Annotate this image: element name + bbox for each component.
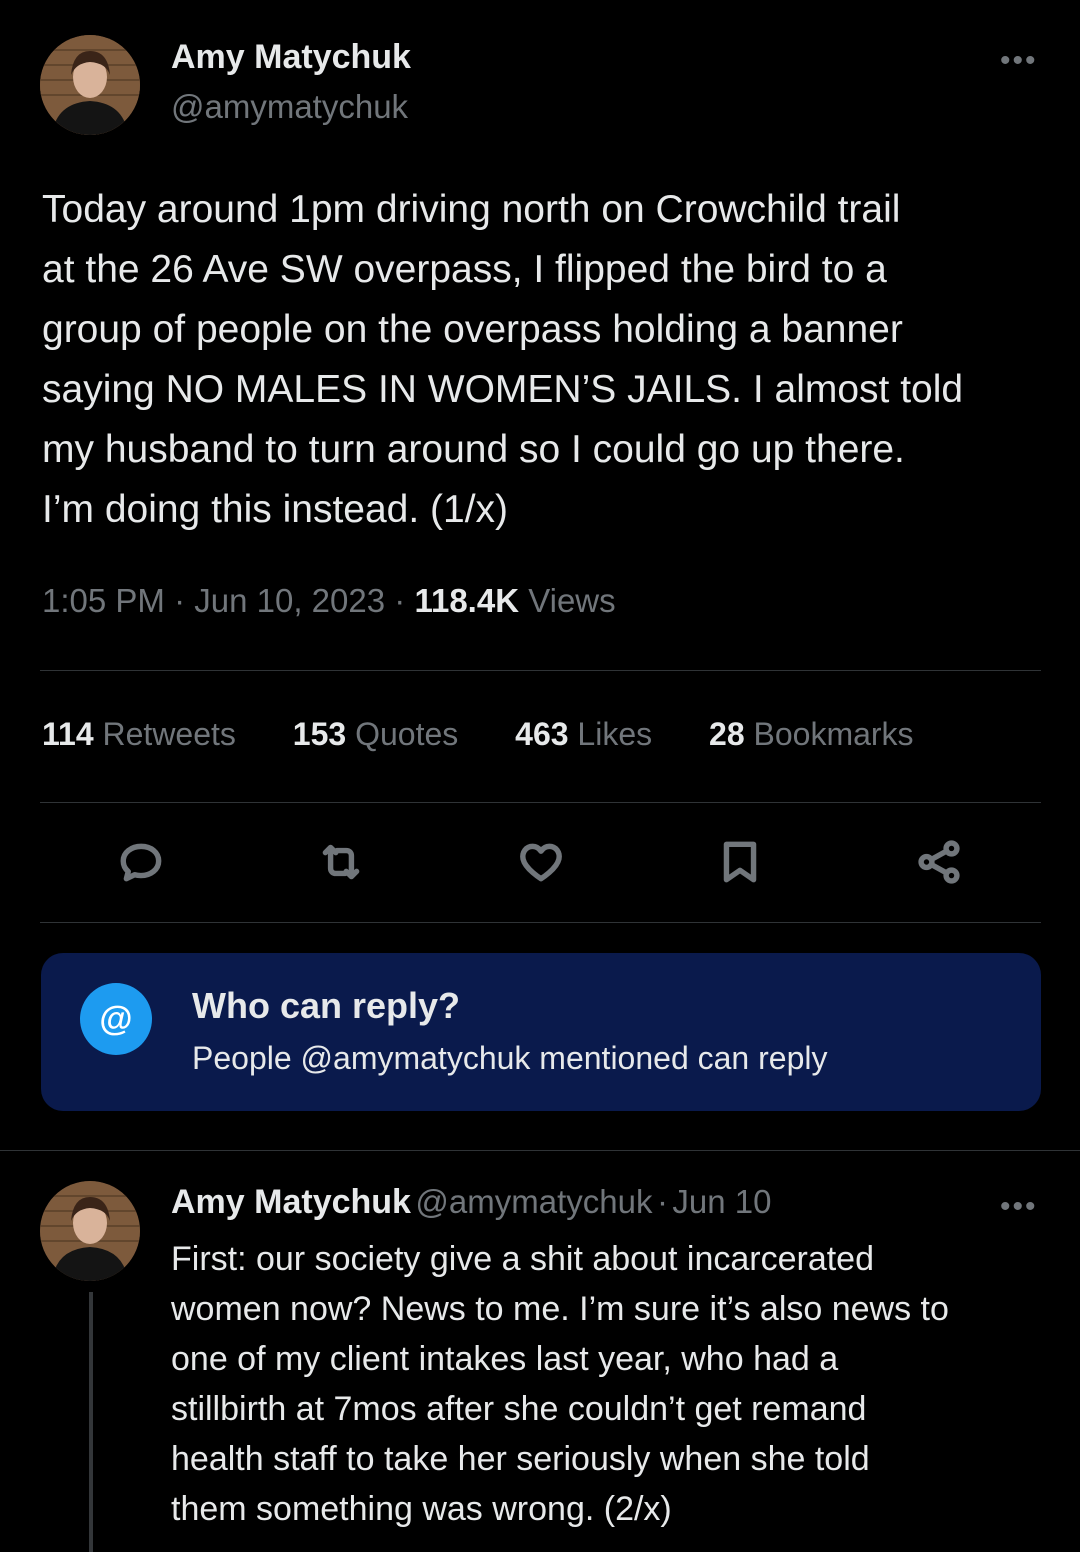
tweet-meta: 1:05 PM · Jun 10, 2023 · 118.4K Views [42,582,616,620]
reply-separator: · [656,1183,668,1220]
meta-separator: · [394,582,406,619]
reply-author-avatar[interactable] [40,1181,140,1281]
stat-bookmarks[interactable]: 28 Bookmarks [709,716,914,752]
divider [40,922,1041,923]
reply-restriction-box [41,953,1041,1111]
like-button[interactable] [511,832,571,892]
share-icon [918,840,960,884]
bookmark-button[interactable] [710,832,770,892]
avatar-photo [40,1181,140,1281]
tweet-date[interactable]: Jun 10, 2023 [194,582,385,619]
thread-line [89,1292,93,1552]
reply-author-handle[interactable]: @amymatychuk [415,1183,652,1220]
divider [40,802,1041,803]
stat-likes[interactable]: 463 Likes [515,716,652,752]
meta-separator: · [174,582,186,619]
mention-icon: @ [80,983,152,1055]
reply-restriction-title: Who can reply? [192,985,461,1026]
like-icon [520,843,562,882]
reply-more-options-icon[interactable]: ••• [1000,1190,1038,1224]
author-handle[interactable]: @amymatychuk [171,88,408,126]
reply-restriction-subtitle: People @amymatychuk mentioned can reply [192,1040,828,1076]
reply-button[interactable] [112,832,172,892]
reply-author-name[interactable]: Amy Matychuk [171,1183,411,1221]
reply-header: Amy Matychuk @amymatychuk · Jun 10 [171,1183,771,1222]
divider [40,670,1041,671]
reply-icon [120,843,162,882]
author-name[interactable]: Amy Matychuk [171,38,411,77]
more-options-icon[interactable]: ••• [1000,44,1038,78]
retweet-icon [322,844,360,880]
retweet-button[interactable] [311,832,371,892]
stat-quotes[interactable]: 153 Quotes [293,716,458,752]
tweet-time[interactable]: 1:05 PM [42,582,165,619]
stat-retweets[interactable]: 114 Retweets [42,716,236,752]
avatar-photo [40,35,140,135]
tweet-text: Today around 1pm driving north on Crowch… [42,188,964,531]
author-avatar[interactable] [40,35,140,135]
views-label: Views [528,582,616,619]
share-button[interactable] [909,832,969,892]
reply-date[interactable]: Jun 10 [672,1183,771,1220]
divider [0,1150,1080,1151]
reply-tweet-text: First: our society give a shit about inc… [171,1240,949,1528]
bookmark-icon [723,841,757,883]
engagement-stats: 114 Retweets 153 Quotes 463 Likes 28 Boo… [42,716,962,753]
views-count: 118.4K [414,582,520,619]
